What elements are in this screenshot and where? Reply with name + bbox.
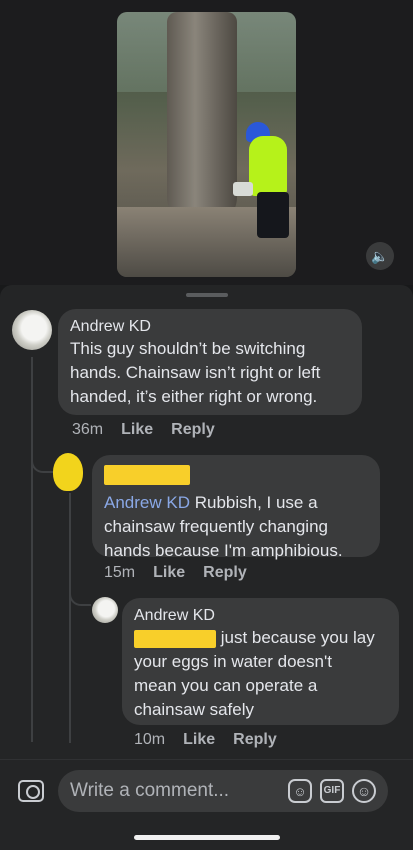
comment-line: Rubbish, I use a [189,493,318,512]
thread-connector [31,457,55,473]
video-area: 🔈 [0,0,413,285]
comment-meta: 36m Like Reply [72,421,215,439]
avatar[interactable] [53,453,83,491]
like-button[interactable]: Like [153,564,185,582]
comment-bubble: Andrew KD just because you lay your eggs… [122,598,399,725]
avatar[interactable] [12,310,52,350]
speaker-icon[interactable]: 🔈 [366,242,394,270]
avatar[interactable] [92,597,118,623]
camera-icon[interactable] [18,780,44,802]
tree-trunk [167,12,237,227]
video-player[interactable] [117,12,296,277]
comment-line: your eggs in water doesn't [134,652,332,671]
redaction-mark [134,629,216,648]
emoji-icon[interactable]: ☺ [352,779,376,803]
comment-bubble: Andrew KD Rubbish, I use a chainsaw freq… [92,455,380,560]
comment-text: This guy shouldn’t be switching hands. C… [70,337,350,409]
comment-meta: 10m Like Reply [134,731,277,749]
like-button[interactable]: Like [121,421,153,439]
comment-input[interactable]: Write a comment... ☺ GIF ☺ [58,770,388,812]
sticker-icon[interactable]: ☺ [288,779,312,803]
reply-button[interactable]: Reply [171,421,215,439]
comment-text: just because you lay your eggs in water … [134,626,387,722]
mention-link[interactable]: Andrew KD [104,493,190,512]
reply-button[interactable]: Reply [203,564,247,582]
gif-button[interactable]: GIF [320,779,344,803]
comment-line: mean you can operate a [134,676,318,695]
comment-author-redacted [104,463,368,485]
thread-connector [69,590,91,606]
comment-line: This guy shouldn’t be switching [70,339,306,358]
comment-meta: 15m Like Reply [104,564,247,582]
comment-time: 15m [104,564,136,581]
thread-line [31,357,33,742]
comment-line: chainsaw safely [134,700,255,719]
comment-author[interactable]: Andrew KD [134,606,387,626]
comment-time: 10m [134,731,166,748]
comment-line: hands because I'm amphibious. [104,541,343,560]
drag-handle[interactable] [186,293,228,297]
reply-button[interactable]: Reply [233,731,277,749]
thread-line [69,493,71,743]
comment-line: just because you lay [216,628,375,647]
comment-time: 36m [72,421,104,438]
comment-line: handed, it’s either right or wrong. [70,387,318,406]
comment-bubble: Andrew KD This guy shouldn’t be switchin… [58,309,362,415]
comment-placeholder[interactable]: Write a comment... [70,780,280,802]
comment-author[interactable]: Andrew KD [70,317,350,337]
chainsaw [233,182,253,196]
comment-text: Andrew KD Rubbish, I use a chainsaw freq… [104,491,368,563]
worker-figure [249,136,287,196]
redaction-mark [104,465,190,485]
comment-composer: Write a comment... ☺ GIF ☺ [0,759,413,850]
home-indicator [134,835,280,840]
comments-sheet: Andrew KD This guy shouldn’t be switchin… [0,285,413,850]
comment-line: chainsaw frequently changing [104,517,328,536]
comment-line: hands. Chainsaw isn’t right or left [70,363,321,382]
worker-legs [257,192,289,238]
like-button[interactable]: Like [183,731,215,749]
